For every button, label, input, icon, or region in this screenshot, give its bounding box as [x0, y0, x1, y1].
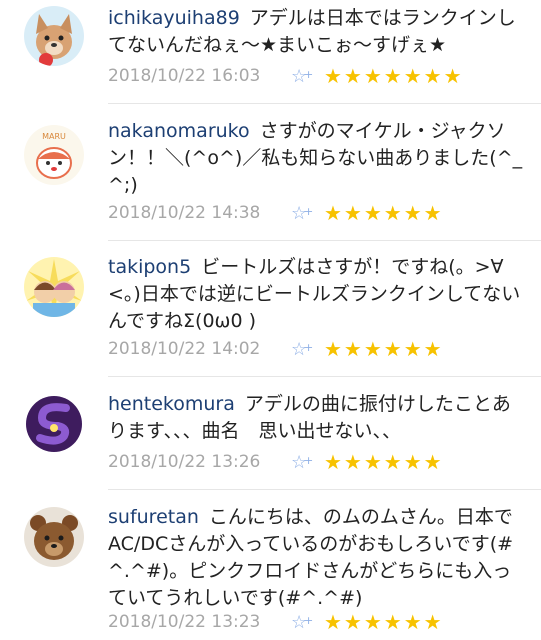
rating-stars-icon: ★★★★★★	[324, 450, 444, 474]
comment-text-block: ichikayuiha89 アデルは日本ではランクインしてないんだねぇ〜★まいこぉ…	[108, 5, 525, 59]
comment-date: 2018/10/22 13:23	[108, 612, 261, 632]
comment-username[interactable]: takipon5	[108, 256, 191, 278]
comment-text-block: nakanomaruko さすがのマイケル・ジャクソン！！＼(^o^)／私も知らな…	[108, 118, 525, 199]
couple-avatar-icon	[24, 257, 84, 317]
comment-date: 2018/10/22 14:02	[108, 339, 261, 359]
rating-stars-icon: ★★★★★★★	[324, 64, 464, 88]
dog-avatar-icon	[24, 6, 84, 66]
comment-date: 2018/10/22 14:38	[108, 203, 261, 223]
purple-s-avatar-icon	[24, 394, 84, 454]
rating-stars-icon: ★★★★★★	[324, 610, 444, 634]
comment-username[interactable]: hentekomura	[108, 393, 235, 415]
divider	[108, 240, 541, 241]
star-plus-icon[interactable]: ☆ +	[291, 452, 313, 473]
user-avatar[interactable]: MARU	[24, 125, 84, 185]
star-plus-icon[interactable]: ☆ +	[291, 203, 313, 224]
rating-stars-icon: ★★★★★★	[324, 201, 444, 225]
comment-date: 2018/10/22 16:03	[108, 66, 261, 86]
divider	[108, 489, 541, 490]
comment-text-block: hentekomura アデルの曲に振付けしたことあります、、、曲名 思い出せない…	[108, 391, 525, 445]
user-avatar[interactable]	[24, 257, 84, 317]
teddy-bear-avatar-icon	[24, 507, 84, 567]
star-plus-icon[interactable]: ☆ +	[291, 339, 313, 360]
user-avatar[interactable]	[24, 394, 84, 454]
user-avatar[interactable]	[24, 507, 84, 567]
comment-text-block: sufuretan こんにちは、のムのムさん。日本でAC/DCさんが入っているのが…	[108, 504, 525, 612]
divider	[108, 103, 541, 104]
comment-text-block: takipon5 ビートルズはさすが！ですね(。>∀<。)日本では逆にビートルズラ…	[108, 254, 525, 335]
comment-date: 2018/10/22 13:26	[108, 452, 261, 472]
star-plus-icon[interactable]: ☆ +	[291, 66, 313, 87]
comment-username[interactable]: ichikayuiha89	[108, 7, 240, 29]
comment-feed: ichikayuiha89 アデルは日本ではランクインしてないんだねぇ〜★まいこぉ…	[0, 0, 541, 640]
maru-avatar-icon: MARU	[24, 125, 84, 185]
user-avatar[interactable]	[24, 6, 84, 66]
comment-username[interactable]: sufuretan	[108, 506, 199, 528]
comment-username[interactable]: nakanomaruko	[108, 120, 250, 142]
star-plus-icon[interactable]: ☆ +	[291, 612, 313, 633]
avatar-label: MARU	[42, 132, 66, 141]
divider	[108, 376, 541, 377]
rating-stars-icon: ★★★★★★	[324, 337, 444, 361]
